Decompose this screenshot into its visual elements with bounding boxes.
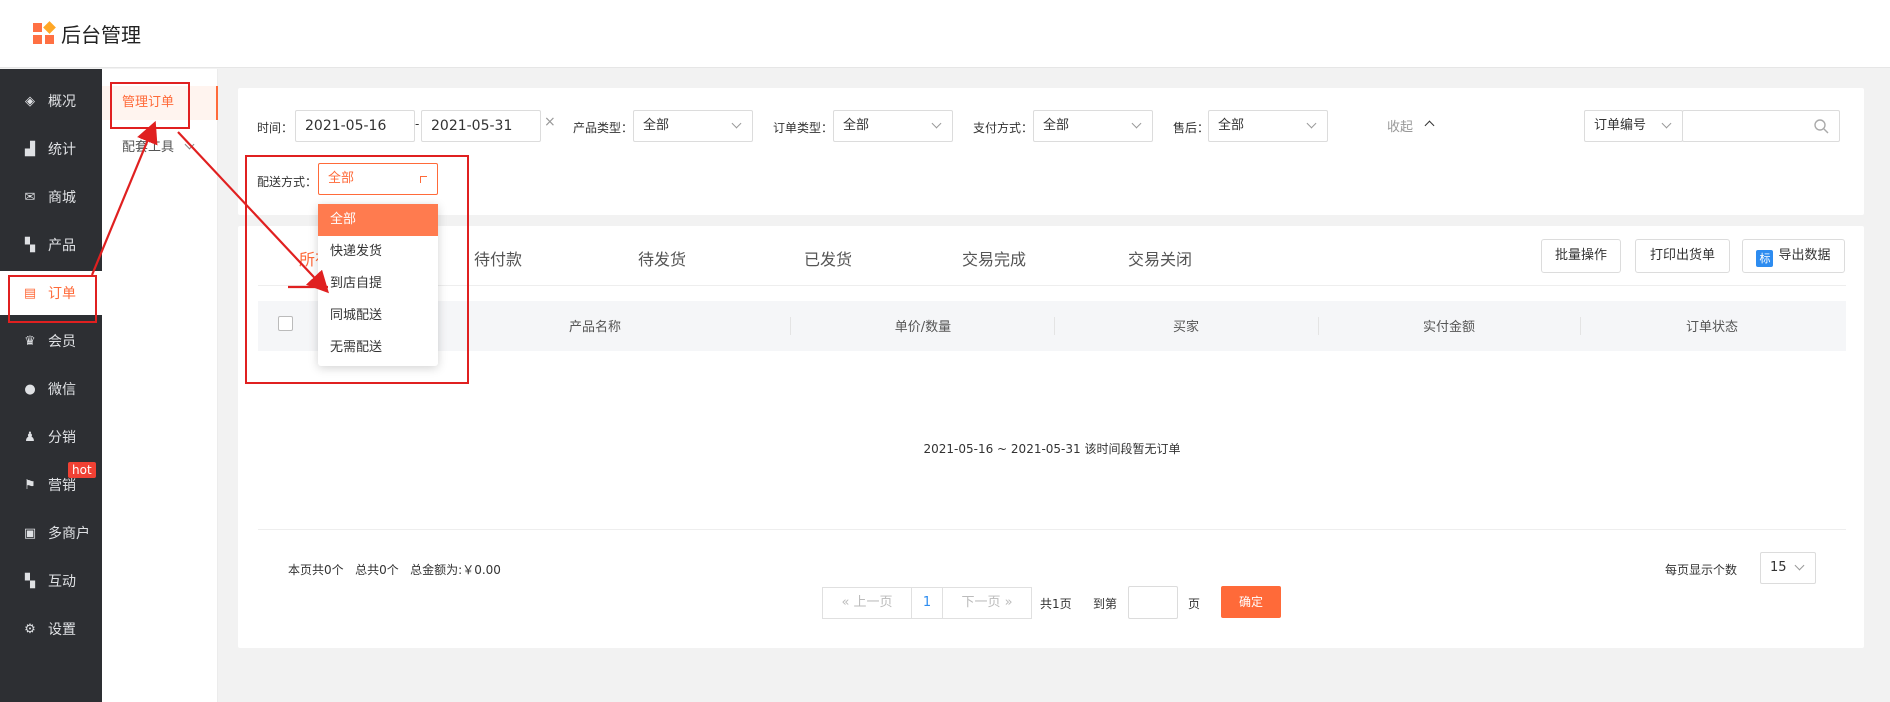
annotation-arrows	[90, 120, 330, 294]
